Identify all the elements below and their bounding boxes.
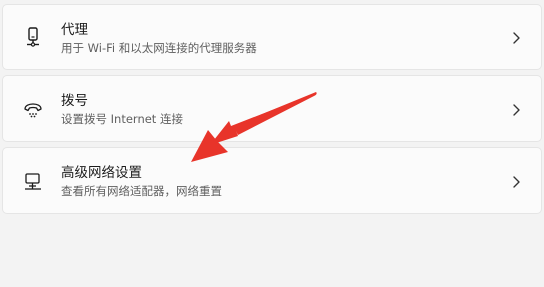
settings-item-subtitle: 用于 Wi-Fi 和以太网连接的代理服务器: [61, 41, 257, 55]
settings-item-proxy[interactable]: 代理 用于 Wi-Fi 和以太网连接的代理服务器: [2, 4, 542, 70]
settings-item-subtitle: 查看所有网络适配器，网络重置: [61, 184, 222, 198]
settings-item-dial-up[interactable]: 拨号 设置拨号 Internet 连接: [2, 75, 542, 142]
network-adapter-icon: [21, 169, 45, 193]
network-settings-page: 代理 用于 Wi-Fi 和以太网连接的代理服务器 拨号 设置拨号 Interne…: [0, 0, 544, 287]
chevron-right-icon: [511, 102, 521, 116]
settings-item-title: 代理: [61, 22, 88, 38]
dial-up-icon: [21, 97, 45, 121]
chevron-right-icon: [511, 174, 521, 188]
settings-item-advanced-network[interactable]: 高级网络设置 查看所有网络适配器，网络重置: [2, 147, 542, 214]
proxy-server-icon: [21, 25, 45, 49]
settings-item-title: 拨号: [61, 93, 88, 109]
settings-item-title: 高级网络设置: [61, 165, 142, 181]
settings-item-subtitle: 设置拨号 Internet 连接: [61, 112, 183, 126]
chevron-right-icon: [511, 30, 521, 44]
